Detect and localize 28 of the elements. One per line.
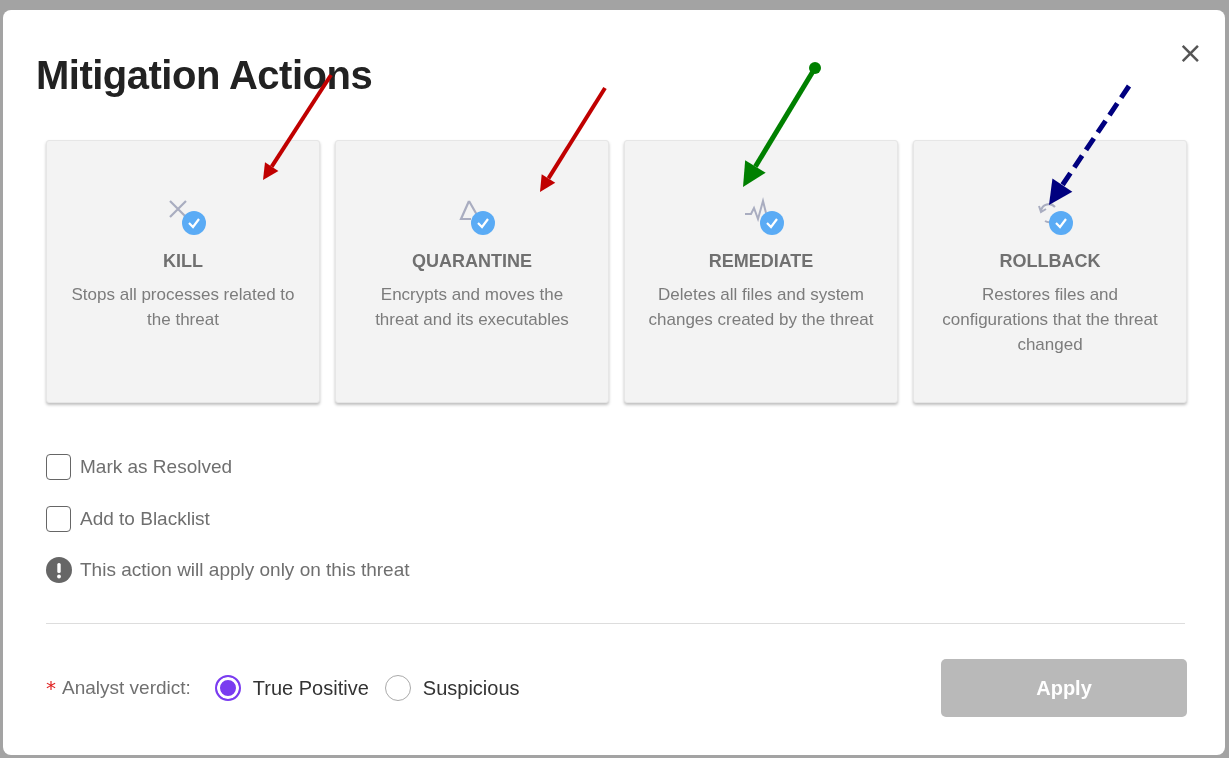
pulse-check-icon [744, 197, 786, 237]
checkbox-label[interactable]: Mark as Resolved [80, 456, 233, 478]
radio-label[interactable]: Suspicious [422, 676, 520, 700]
action-card[interactable]: REMEDIATE Deletes all files and system changes created by the threat [624, 140, 898, 403]
action-card[interactable]: KILL Stops all processes related to the threat [46, 140, 320, 403]
x-check-icon [166, 197, 208, 237]
action-title: REMEDIATE [708, 251, 814, 272]
notice-text: This action will apply only on this threat [80, 559, 410, 581]
action-title: QUARANTINE [412, 251, 532, 272]
action-card[interactable]: ROLLBACK Restores files and configurations that the threat changed [913, 140, 1187, 403]
action-description: Restores files and configurations that the threat changed [941, 284, 1159, 356]
action-title: KILL [163, 251, 203, 272]
checkbox[interactable] [46, 506, 71, 532]
dialog-title: Mitigation Actions [36, 53, 373, 98]
action-description: Stops all processes related to the threat [70, 284, 296, 331]
action-description: Deletes all files and system changes created by the threat [647, 284, 875, 331]
action-description: Encrypts and moves the threat and its executables [374, 284, 570, 331]
close-button[interactable]: × [1173, 38, 1207, 68]
radio-button[interactable] [384, 675, 411, 701]
action-title: ROLLBACK [999, 251, 1101, 272]
checkbox-label[interactable]: Add to Blacklist [80, 508, 210, 530]
checkbox[interactable] [46, 454, 71, 480]
action-card[interactable]: QUARANTINE Encrypts and moves the threat and its executables [335, 140, 609, 403]
radio-button[interactable] [214, 675, 241, 701]
verdict-label: Analyst verdict: [62, 677, 191, 699]
required-asterisk: * [46, 676, 56, 700]
warning-icon [46, 557, 72, 583]
radio-label[interactable]: True Positive [252, 676, 369, 700]
